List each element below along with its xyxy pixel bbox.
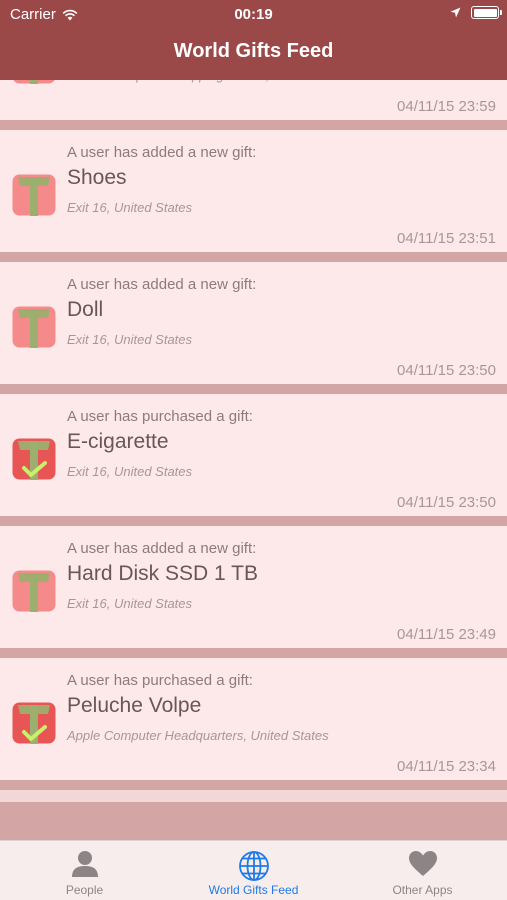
status-right <box>450 6 502 19</box>
gift-icon <box>13 80 55 84</box>
feed-item[interactable]: A user has added a new gift: Shoes Exit … <box>0 130 507 252</box>
feed-item-action: A user has purchased a gift: <box>67 408 253 425</box>
gift-icon <box>12 570 56 612</box>
gift-location: Oakmont Square Shopping Center, United S… <box>67 80 351 83</box>
gift-location: Exit 16, United States <box>67 200 193 215</box>
feed-item-action: A user has added a new gift: <box>67 276 257 293</box>
tab-other-apps[interactable]: Other Apps <box>338 841 507 900</box>
heart-icon <box>408 851 437 876</box>
page-title: World Gifts Feed <box>173 40 334 62</box>
feed-item-timestamp: 04/11/15 23:59 <box>397 98 496 115</box>
gift-location: Exit 16, United States <box>67 332 193 347</box>
feed-item[interactable]: A user has purchased a gift: Peluche Vol… <box>0 658 507 780</box>
status-bar: Carrier 00:19 <box>0 0 507 28</box>
gift-location: Exit 16, United States <box>67 596 193 611</box>
gift-name: Hard Disk SSD 1 TB <box>67 562 258 585</box>
feed-item-action: A user has purchased a gift: <box>67 672 253 689</box>
gift-location: Exit 16, United States <box>67 464 193 479</box>
feed-item-timestamp: 04/11/15 23:51 <box>397 230 496 247</box>
feed-item[interactable]: A user has purchased a gift: E-cigarette… <box>0 394 507 516</box>
person-icon <box>71 851 98 877</box>
gift-purchased-icon <box>12 438 56 480</box>
gift-name: Shoes <box>67 166 127 189</box>
feed-item[interactable]: A user has added a new gift: Doll Exit 1… <box>0 262 507 384</box>
location-arrow-icon <box>450 7 461 18</box>
feed-item-timestamp: 04/11/15 23:34 <box>397 758 496 775</box>
tab-world-gifts-feed-label: World Gifts Feed <box>208 883 299 897</box>
gift-purchased-icon <box>12 702 56 744</box>
status-time: 00:19 <box>234 6 273 23</box>
gift-name: Peluche Volpe <box>67 694 202 717</box>
feed-item-action: A user has added a new gift: <box>67 540 257 557</box>
feed-item-timestamp: 04/11/15 23:50 <box>397 494 496 511</box>
tab-bar: People World Gifts Feed Other Apps <box>0 840 507 900</box>
gift-icon <box>12 174 56 216</box>
tab-world-gifts-feed[interactable]: World Gifts Feed <box>169 841 338 900</box>
feed-item-partial[interactable] <box>0 790 507 802</box>
gift-location: Apple Computer Headquarters, United Stat… <box>67 728 329 743</box>
gift-name: Doll <box>67 298 104 321</box>
gift-feed[interactable]: Borsa Oakmont Square Shopping Center, Un… <box>0 80 507 840</box>
screen: Carrier 00:19 World Gifts Feed 04/11/15 … <box>0 0 507 900</box>
tab-other-apps-label: Other Apps <box>392 883 453 897</box>
feed-item-timestamp: 04/11/15 23:50 <box>397 362 496 379</box>
navigation-bar: Carrier 00:19 World Gifts Feed <box>0 0 507 80</box>
tab-people[interactable]: People <box>0 841 169 900</box>
feed-item-action: A user has added a new gift: <box>67 144 257 161</box>
battery-icon <box>471 6 502 19</box>
tab-people-label: People <box>65 883 104 897</box>
globe-icon <box>238 851 269 881</box>
feed-item[interactable]: A user has added a new gift: Hard Disk S… <box>0 526 507 648</box>
gift-name: E-cigarette <box>67 430 169 453</box>
gift-icon <box>12 306 56 348</box>
feed-item-timestamp: 04/11/15 23:49 <box>397 626 496 643</box>
feed-item[interactable]: Borsa Oakmont Square Shopping Center, Un… <box>0 80 507 120</box>
